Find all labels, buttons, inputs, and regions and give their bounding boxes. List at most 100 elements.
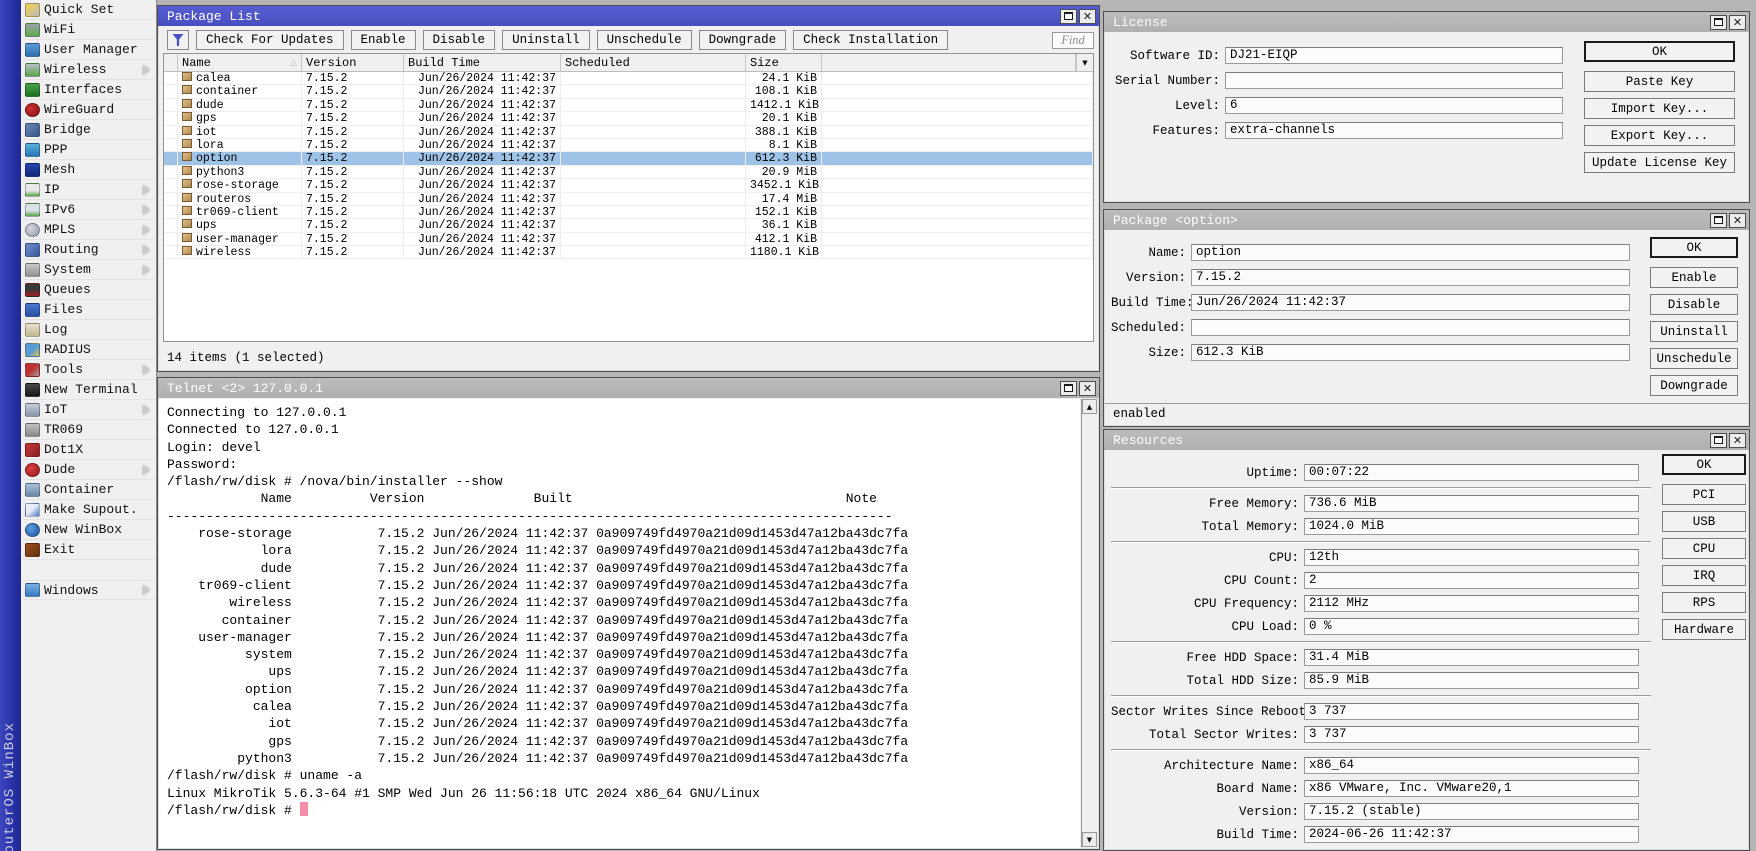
downgrade-button[interactable]: Downgrade — [1650, 375, 1738, 396]
sidebar-item[interactable]: Routing — [21, 240, 156, 260]
resources-titlebar[interactable]: Resources ✕ — [1104, 430, 1749, 450]
sidebar-item[interactable]: Exit — [21, 540, 156, 560]
maximize-button[interactable] — [1710, 15, 1727, 30]
resource-value-field[interactable]: x86 VMware, Inc. VMware20,1 — [1304, 780, 1639, 797]
sidebar-item[interactable]: User Manager — [21, 40, 156, 60]
software-id-field[interactable]: DJ21-EIQP — [1225, 47, 1563, 64]
features-field[interactable]: extra-channels — [1225, 122, 1563, 139]
resource-value-field[interactable]: 2 — [1304, 572, 1639, 589]
license-titlebar[interactable]: License ✕ — [1104, 12, 1749, 32]
export-key-button[interactable]: Export Key... — [1584, 125, 1735, 146]
import-key-button[interactable]: Import Key... — [1584, 98, 1735, 119]
close-button[interactable]: ✕ — [1079, 381, 1096, 396]
table-row[interactable]: ups 7.15.2 Jun/26/2024 11:42:37 36.1 KiB — [164, 219, 1093, 232]
table-row[interactable]: python3 7.15.2 Jun/26/2024 11:42:37 20.9… — [164, 166, 1093, 179]
resource-value-field[interactable]: 7.15.2 (stable) — [1304, 803, 1639, 820]
toolbar-button[interactable]: Unschedule — [597, 30, 692, 50]
close-button[interactable]: ✕ — [1729, 433, 1746, 448]
sidebar-item[interactable]: Interfaces — [21, 80, 156, 100]
table-row[interactable]: lora 7.15.2 Jun/26/2024 11:42:37 8.1 KiB — [164, 139, 1093, 152]
close-button[interactable]: ✕ — [1729, 213, 1746, 228]
scroll-up-button[interactable]: ▲ — [1082, 399, 1097, 414]
table-row[interactable]: calea 7.15.2 Jun/26/2024 11:42:37 24.1 K… — [164, 72, 1093, 85]
resource-value-field[interactable]: 3 737 — [1304, 703, 1639, 720]
sidebar-item[interactable]: Windows — [21, 580, 156, 600]
column-selector-dropdown[interactable]: ▼ — [1076, 54, 1093, 71]
sidebar-item[interactable]: IP — [21, 180, 156, 200]
sidebar-item[interactable]: Quick Set — [21, 0, 156, 20]
table-row[interactable]: iot 7.15.2 Jun/26/2024 11:42:37 388.1 Ki… — [164, 126, 1093, 139]
resource-value-field[interactable]: 2024-06-26 11:42:37 — [1304, 826, 1639, 843]
cpu-button[interactable]: CPU — [1662, 538, 1746, 559]
sidebar-item[interactable]: PPP — [21, 140, 156, 160]
pci-button[interactable]: PCI — [1662, 484, 1746, 505]
package-option-titlebar[interactable]: Package <option> ✕ — [1104, 210, 1749, 230]
column-header-build-time[interactable]: Build Time — [404, 54, 561, 71]
disable-button[interactable]: Disable — [1650, 294, 1738, 315]
resource-value-field[interactable]: x86_64 — [1304, 757, 1639, 774]
telnet-titlebar[interactable]: Telnet <2> 127.0.0.1 ✕ — [158, 378, 1099, 398]
sidebar-item[interactable]: IPv6 — [21, 200, 156, 220]
find-input[interactable]: Find — [1052, 32, 1094, 49]
toolbar-button[interactable]: Enable — [351, 30, 416, 50]
resource-value-field[interactable]: 12th — [1304, 549, 1639, 566]
sidebar-item[interactable]: IoT — [21, 400, 156, 420]
sidebar-item[interactable]: Dude — [21, 460, 156, 480]
maximize-button[interactable] — [1710, 213, 1727, 228]
column-header-size[interactable]: Size — [746, 54, 822, 71]
close-button[interactable]: ✕ — [1729, 15, 1746, 30]
enable-button[interactable]: Enable — [1650, 267, 1738, 288]
table-row[interactable]: rose-storage 7.15.2 Jun/26/2024 11:42:37… — [164, 179, 1093, 192]
maximize-button[interactable] — [1060, 381, 1077, 396]
column-header-version[interactable]: Version — [302, 54, 404, 71]
ok-button[interactable]: OK — [1650, 237, 1738, 258]
table-row[interactable]: routeros 7.15.2 Jun/26/2024 11:42:37 17.… — [164, 193, 1093, 206]
toolbar-button[interactable]: Disable — [423, 30, 496, 50]
table-row[interactable]: tr069-client 7.15.2 Jun/26/2024 11:42:37… — [164, 206, 1093, 219]
ok-button[interactable]: OK — [1584, 41, 1735, 62]
sidebar-item[interactable]: Bridge — [21, 120, 156, 140]
maximize-button[interactable] — [1710, 433, 1727, 448]
paste-key-button[interactable]: Paste Key — [1584, 71, 1735, 92]
ok-button[interactable]: OK — [1662, 454, 1746, 475]
filter-button[interactable] — [167, 30, 189, 50]
size-field[interactable]: 612.3 KiB — [1191, 344, 1630, 361]
sidebar-item[interactable]: Dot1X — [21, 440, 156, 460]
table-row[interactable]: option 7.15.2 Jun/26/2024 11:42:37 612.3… — [164, 152, 1093, 165]
toolbar-button[interactable]: Check For Updates — [196, 30, 344, 50]
sidebar-item[interactable]: System — [21, 260, 156, 280]
hardware-button[interactable]: Hardware — [1662, 619, 1746, 640]
resource-value-field[interactable]: 1024.0 MiB — [1304, 518, 1639, 535]
terminal-scrollbar[interactable]: ▲ ▼ — [1081, 399, 1097, 847]
sidebar-item[interactable]: MPLS — [21, 220, 156, 240]
sidebar-item[interactable]: Tools — [21, 360, 156, 380]
column-header-name[interactable]: Name △ — [178, 54, 302, 71]
resource-value-field[interactable]: 0 % — [1304, 618, 1639, 635]
close-button[interactable]: ✕ — [1079, 9, 1096, 24]
resource-value-field[interactable]: 31.4 MiB — [1304, 649, 1639, 666]
sidebar-item[interactable]: Make Supout.rif — [21, 500, 156, 520]
build-time-field[interactable]: Jun/26/2024 11:42:37 — [1191, 294, 1630, 311]
sidebar-item[interactable]: TR069 — [21, 420, 156, 440]
sidebar-item[interactable]: Container — [21, 480, 156, 500]
toolbar-button[interactable]: Downgrade — [699, 30, 787, 50]
unschedule-button[interactable]: Unschedule — [1650, 348, 1738, 369]
sidebar-item[interactable]: Queues — [21, 280, 156, 300]
sidebar-item[interactable]: RADIUS — [21, 340, 156, 360]
rps-button[interactable]: RPS — [1662, 592, 1746, 613]
sidebar-item[interactable]: WiFi — [21, 20, 156, 40]
sidebar-item[interactable]: WireGuard — [21, 100, 156, 120]
scheduled-field[interactable] — [1191, 319, 1630, 336]
table-row[interactable]: wireless 7.15.2 Jun/26/2024 11:42:37 118… — [164, 246, 1093, 259]
irq-button[interactable]: IRQ — [1662, 565, 1746, 586]
resource-value-field[interactable]: 2112 MHz — [1304, 595, 1639, 612]
table-row[interactable]: dude 7.15.2 Jun/26/2024 11:42:37 1412.1 … — [164, 99, 1093, 112]
version-field[interactable]: 7.15.2 — [1191, 269, 1630, 286]
sidebar-item[interactable]: Mesh — [21, 160, 156, 180]
resource-value-field[interactable]: 00:07:22 — [1304, 464, 1639, 481]
sidebar-item[interactable]: Wireless — [21, 60, 156, 80]
sidebar-item[interactable]: Files — [21, 300, 156, 320]
table-row[interactable]: container 7.15.2 Jun/26/2024 11:42:37 10… — [164, 85, 1093, 98]
toolbar-button[interactable]: Uninstall — [502, 30, 590, 50]
resource-value-field[interactable]: 3 737 — [1304, 726, 1639, 743]
